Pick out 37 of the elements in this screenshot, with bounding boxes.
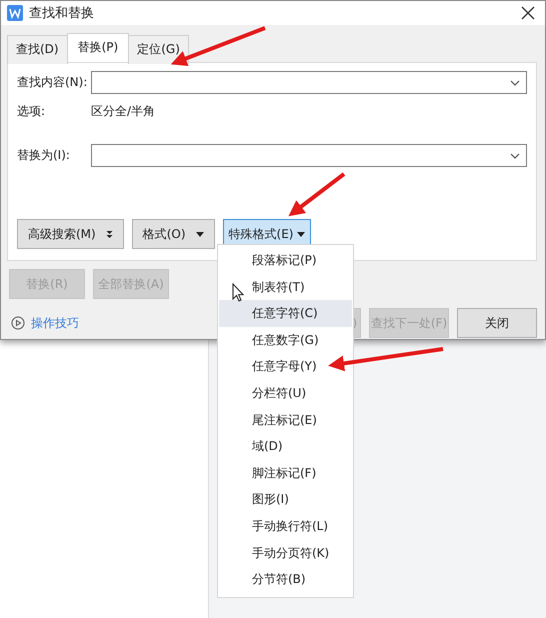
field-label: 替换为(I):: [17, 147, 71, 164]
menu-item[interactable]: 手动分页符(K): [219, 540, 352, 566]
chevron-down-icon[interactable]: [510, 152, 520, 158]
tab[interactable]: 替换(P): [66, 33, 130, 62]
tips-link[interactable]: 操作技巧: [11, 314, 79, 332]
chevron-down-icon[interactable]: [510, 80, 520, 86]
cursor-icon: [232, 283, 244, 302]
arrow-drawing: [288, 172, 346, 216]
close-icon[interactable]: [521, 6, 535, 20]
menu-item[interactable]: 任意数字(G): [219, 326, 352, 354]
menu-item[interactable]: 分栏符(U): [219, 380, 352, 407]
app-icon: [7, 5, 23, 21]
caret-icon: [297, 232, 306, 236]
menu-item[interactable]: 制表符(T): [219, 274, 352, 300]
options-label: 选项:: [17, 103, 46, 120]
replace-field[interactable]: [91, 144, 527, 167]
button[interactable]: 关闭: [457, 308, 537, 338]
tab[interactable]: 定位(G): [128, 35, 189, 64]
dropdown-button[interactable]: 高级搜索(M): [17, 219, 124, 249]
menu-item[interactable]: 手动换行符(L): [219, 512, 352, 540]
double-caret-icon: [106, 230, 113, 238]
tab[interactable]: 查找(D): [7, 35, 68, 64]
menu-item[interactable]: 任意字符(C): [219, 300, 352, 327]
menu-item[interactable]: 分节符(B): [219, 566, 352, 593]
window-title: 查找和替换: [29, 5, 95, 22]
options-value: 区分全/半角: [91, 103, 156, 120]
find-field[interactable]: [91, 71, 527, 94]
menu-item[interactable]: 段落标记(P): [219, 247, 352, 274]
menu-item[interactable]: 任意字母(Y): [219, 353, 352, 380]
menu-item[interactable]: 图形(I): [219, 486, 352, 513]
caret-icon: [196, 232, 204, 236]
menu-item[interactable]: 脚注标记(F): [219, 460, 352, 486]
menu-item[interactable]: 域(D): [219, 433, 352, 460]
field-label: 查找内容(N):: [17, 74, 88, 91]
menu-item[interactable]: 尾注标记(E): [219, 406, 352, 434]
dropdown-button[interactable]: 格式(O): [132, 219, 215, 249]
play-icon: [11, 316, 25, 330]
